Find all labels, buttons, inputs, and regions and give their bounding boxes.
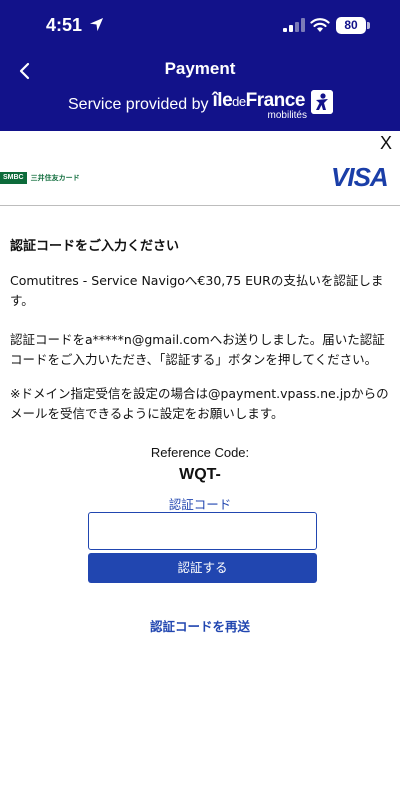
service-provider-line: Service provided by îledeFrance mobilité… — [68, 90, 318, 121]
code-sent-message: 認証コードをa*****n@gmail.comへお送りしました。届いた認証コード… — [10, 332, 385, 367]
location-arrow-icon — [89, 17, 104, 32]
iledefrance-person-icon — [311, 90, 333, 114]
auth-code-input[interactable] — [88, 512, 317, 550]
resend-code-link[interactable]: 認証コードを再送 — [0, 616, 400, 635]
visa-logo: VISA — [331, 162, 389, 192]
close-button[interactable]: X — [380, 133, 392, 154]
iledefrance-mobilites-logo: îledeFrance mobilités — [212, 90, 318, 121]
page-title: Payment — [164, 59, 236, 78]
authenticate-button[interactable]: 認証する — [88, 553, 317, 583]
auth-code-label: 認証コード — [168, 497, 232, 512]
nav-header: Payment Service provided by îledeFrance … — [0, 50, 400, 131]
service-provided-text: Service provided by — [68, 96, 209, 113]
auth-heading: 認証コードをご入力ください — [10, 239, 180, 254]
battery-cap — [367, 22, 370, 29]
brand-mobilites: mobilités — [267, 110, 307, 121]
reference-code-value: WQT- — [179, 466, 221, 483]
domain-notice: ※ドメイン指定受信を設定の場合は@payment.vpass.ne.jpからのメ… — [10, 386, 389, 421]
brand-wordmark: îledeFrance — [212, 90, 306, 112]
status-time: 4:51 — [46, 15, 83, 35]
brand-de: de — [232, 94, 246, 109]
status-bar: 4:51 80 — [0, 0, 400, 50]
header-divider — [0, 205, 400, 206]
cellular-signal-icon — [283, 18, 305, 32]
brand-france: France — [245, 90, 306, 111]
battery-indicator: 80 — [336, 17, 366, 34]
brand-ile: île — [212, 90, 233, 111]
smbc-text: 三井住友カード — [30, 175, 80, 182]
reference-code-label: Reference Code: — [150, 445, 250, 460]
payment-description: Comutitres - Service Navigoへ€30,75 EURの支… — [10, 273, 384, 308]
smbc-card-logo: SMBC 三井住友カード — [0, 171, 80, 185]
wifi-icon — [310, 18, 330, 32]
smbc-box: SMBC — [0, 172, 27, 184]
